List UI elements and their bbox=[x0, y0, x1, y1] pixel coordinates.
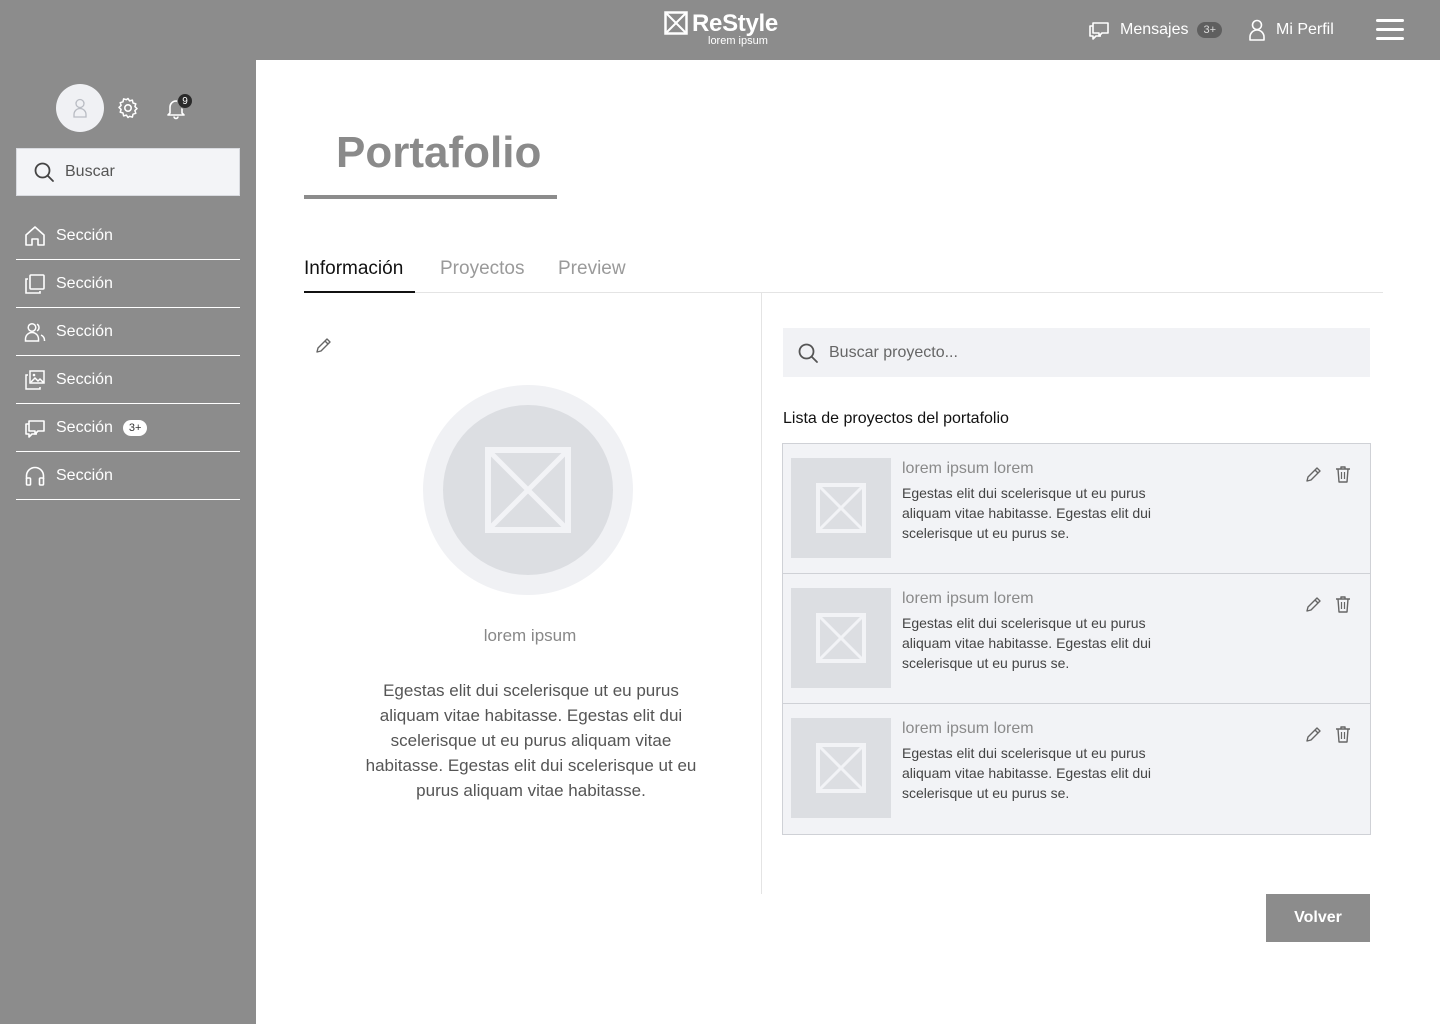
project-description: Egestas elit dui scelerisque ut eu purus… bbox=[902, 615, 1152, 671]
headphones-icon bbox=[25, 466, 45, 486]
trash-icon[interactable] bbox=[1335, 595, 1351, 613]
list-item[interactable]: lorem ipsum lorem Egestas elit dui scele… bbox=[783, 444, 1370, 574]
sidebar-item-label: Sección bbox=[56, 226, 113, 244]
sidebar-item-users[interactable]: Sección bbox=[16, 308, 240, 356]
top-bar: ReStyle lorem ipsum Mensajes 3+ Mi Perfi… bbox=[0, 0, 1440, 60]
profile-link[interactable]: Mi Perfil bbox=[1248, 18, 1334, 42]
chat-icon bbox=[1089, 22, 1109, 40]
sidebar-item-badge: 3+ bbox=[122, 419, 148, 436]
user-avatar[interactable] bbox=[56, 84, 104, 132]
sidebar-item-label: Sección bbox=[56, 274, 113, 292]
project-thumbnail[interactable] bbox=[791, 588, 891, 688]
title-underline bbox=[304, 195, 557, 199]
home-icon bbox=[25, 225, 45, 246]
image-placeholder-icon bbox=[485, 447, 571, 533]
sidebar-item-documents[interactable]: Sección bbox=[16, 260, 240, 308]
project-list-title: Lista de proyectos del portafolio bbox=[783, 410, 1009, 427]
sidebar-item-label: Sección bbox=[56, 466, 113, 484]
sidebar-nav: Sección Sección Sección Sección Sección … bbox=[16, 212, 240, 500]
sidebar-item-label: Sección bbox=[56, 322, 113, 340]
search-icon bbox=[34, 162, 54, 182]
page-title: Portafolio bbox=[336, 128, 542, 177]
user-icon bbox=[1249, 19, 1265, 41]
project-thumbnail[interactable] bbox=[791, 458, 891, 558]
project-list: lorem ipsum lorem Egestas elit dui scele… bbox=[782, 443, 1371, 835]
profile-caption: lorem ipsum bbox=[483, 626, 577, 645]
brand-logo[interactable]: ReStyle lorem ipsum bbox=[664, 10, 784, 50]
project-description: Egestas elit dui scelerisque ut eu purus… bbox=[902, 485, 1152, 541]
brand-title: ReStyle bbox=[692, 10, 778, 37]
tab-preview[interactable]: Preview bbox=[558, 258, 626, 293]
trash-icon[interactable] bbox=[1335, 725, 1351, 743]
edit-pencil-icon[interactable] bbox=[1304, 466, 1322, 484]
chat-icon bbox=[25, 419, 45, 438]
sidebar-item-home[interactable]: Sección bbox=[16, 212, 240, 260]
sidebar: 9 Sección Sección Sec bbox=[0, 60, 256, 1024]
list-item[interactable]: lorem ipsum lorem Egestas elit dui scele… bbox=[783, 574, 1370, 704]
project-name: lorem ipsum lorem bbox=[902, 460, 1034, 477]
brand-subtitle: lorem ipsum bbox=[708, 35, 768, 47]
column-divider bbox=[761, 293, 762, 894]
messages-link[interactable]: Mensajes 3+ bbox=[1088, 18, 1223, 42]
messages-badge: 3+ bbox=[1197, 22, 1223, 38]
sidebar-item-gallery[interactable]: Sección bbox=[16, 356, 240, 404]
profile-photo-placeholder bbox=[443, 405, 613, 575]
messages-label: Mensajes bbox=[1120, 21, 1189, 38]
profile-description: Egestas elit dui scelerisque ut eu purus… bbox=[365, 681, 697, 800]
edit-pencil-icon[interactable] bbox=[1304, 726, 1322, 744]
project-name: lorem ipsum lorem bbox=[902, 590, 1034, 607]
sidebar-item-label: Sección bbox=[56, 418, 113, 436]
project-search-input[interactable] bbox=[829, 343, 1309, 362]
project-thumbnail[interactable] bbox=[791, 718, 891, 818]
sidebar-search-input[interactable] bbox=[65, 163, 225, 181]
edit-profile-pencil-icon[interactable] bbox=[314, 337, 332, 355]
avatar-user-icon bbox=[73, 98, 87, 118]
image-placeholder-icon bbox=[816, 613, 866, 663]
tab-bar: Información Proyectos Preview bbox=[304, 258, 1383, 293]
logo-mark-icon bbox=[664, 11, 688, 35]
sidebar-search bbox=[16, 148, 240, 196]
hamburger-line bbox=[1376, 28, 1404, 31]
notification-count-badge: 9 bbox=[177, 93, 193, 109]
search-icon bbox=[798, 343, 818, 363]
gear-icon[interactable] bbox=[116, 96, 140, 120]
project-description: Egestas elit dui scelerisque ut eu purus… bbox=[902, 745, 1152, 801]
profile-photo[interactable] bbox=[423, 385, 633, 595]
images-icon bbox=[25, 369, 45, 390]
copy-icon bbox=[25, 273, 45, 294]
list-item[interactable]: lorem ipsum lorem Egestas elit dui scele… bbox=[783, 704, 1370, 834]
profile-label: Mi Perfil bbox=[1276, 21, 1334, 38]
project-search bbox=[783, 328, 1370, 377]
project-name: lorem ipsum lorem bbox=[902, 720, 1034, 737]
back-button[interactable]: Volver bbox=[1266, 894, 1370, 942]
sidebar-item-support[interactable]: Sección bbox=[16, 452, 240, 500]
sidebar-item-messages[interactable]: Sección 3+ bbox=[16, 404, 240, 452]
image-placeholder-icon bbox=[816, 743, 866, 793]
hamburger-line bbox=[1376, 19, 1404, 22]
trash-icon[interactable] bbox=[1335, 465, 1351, 483]
users-icon bbox=[24, 322, 46, 342]
image-placeholder-icon bbox=[816, 483, 866, 533]
tab-proyectos[interactable]: Proyectos bbox=[440, 258, 524, 293]
menu-button[interactable] bbox=[1376, 19, 1404, 41]
tab-informacion[interactable]: Información bbox=[304, 258, 415, 293]
hamburger-line bbox=[1376, 37, 1404, 40]
sidebar-item-label: Sección bbox=[56, 370, 113, 388]
edit-pencil-icon[interactable] bbox=[1304, 596, 1322, 614]
